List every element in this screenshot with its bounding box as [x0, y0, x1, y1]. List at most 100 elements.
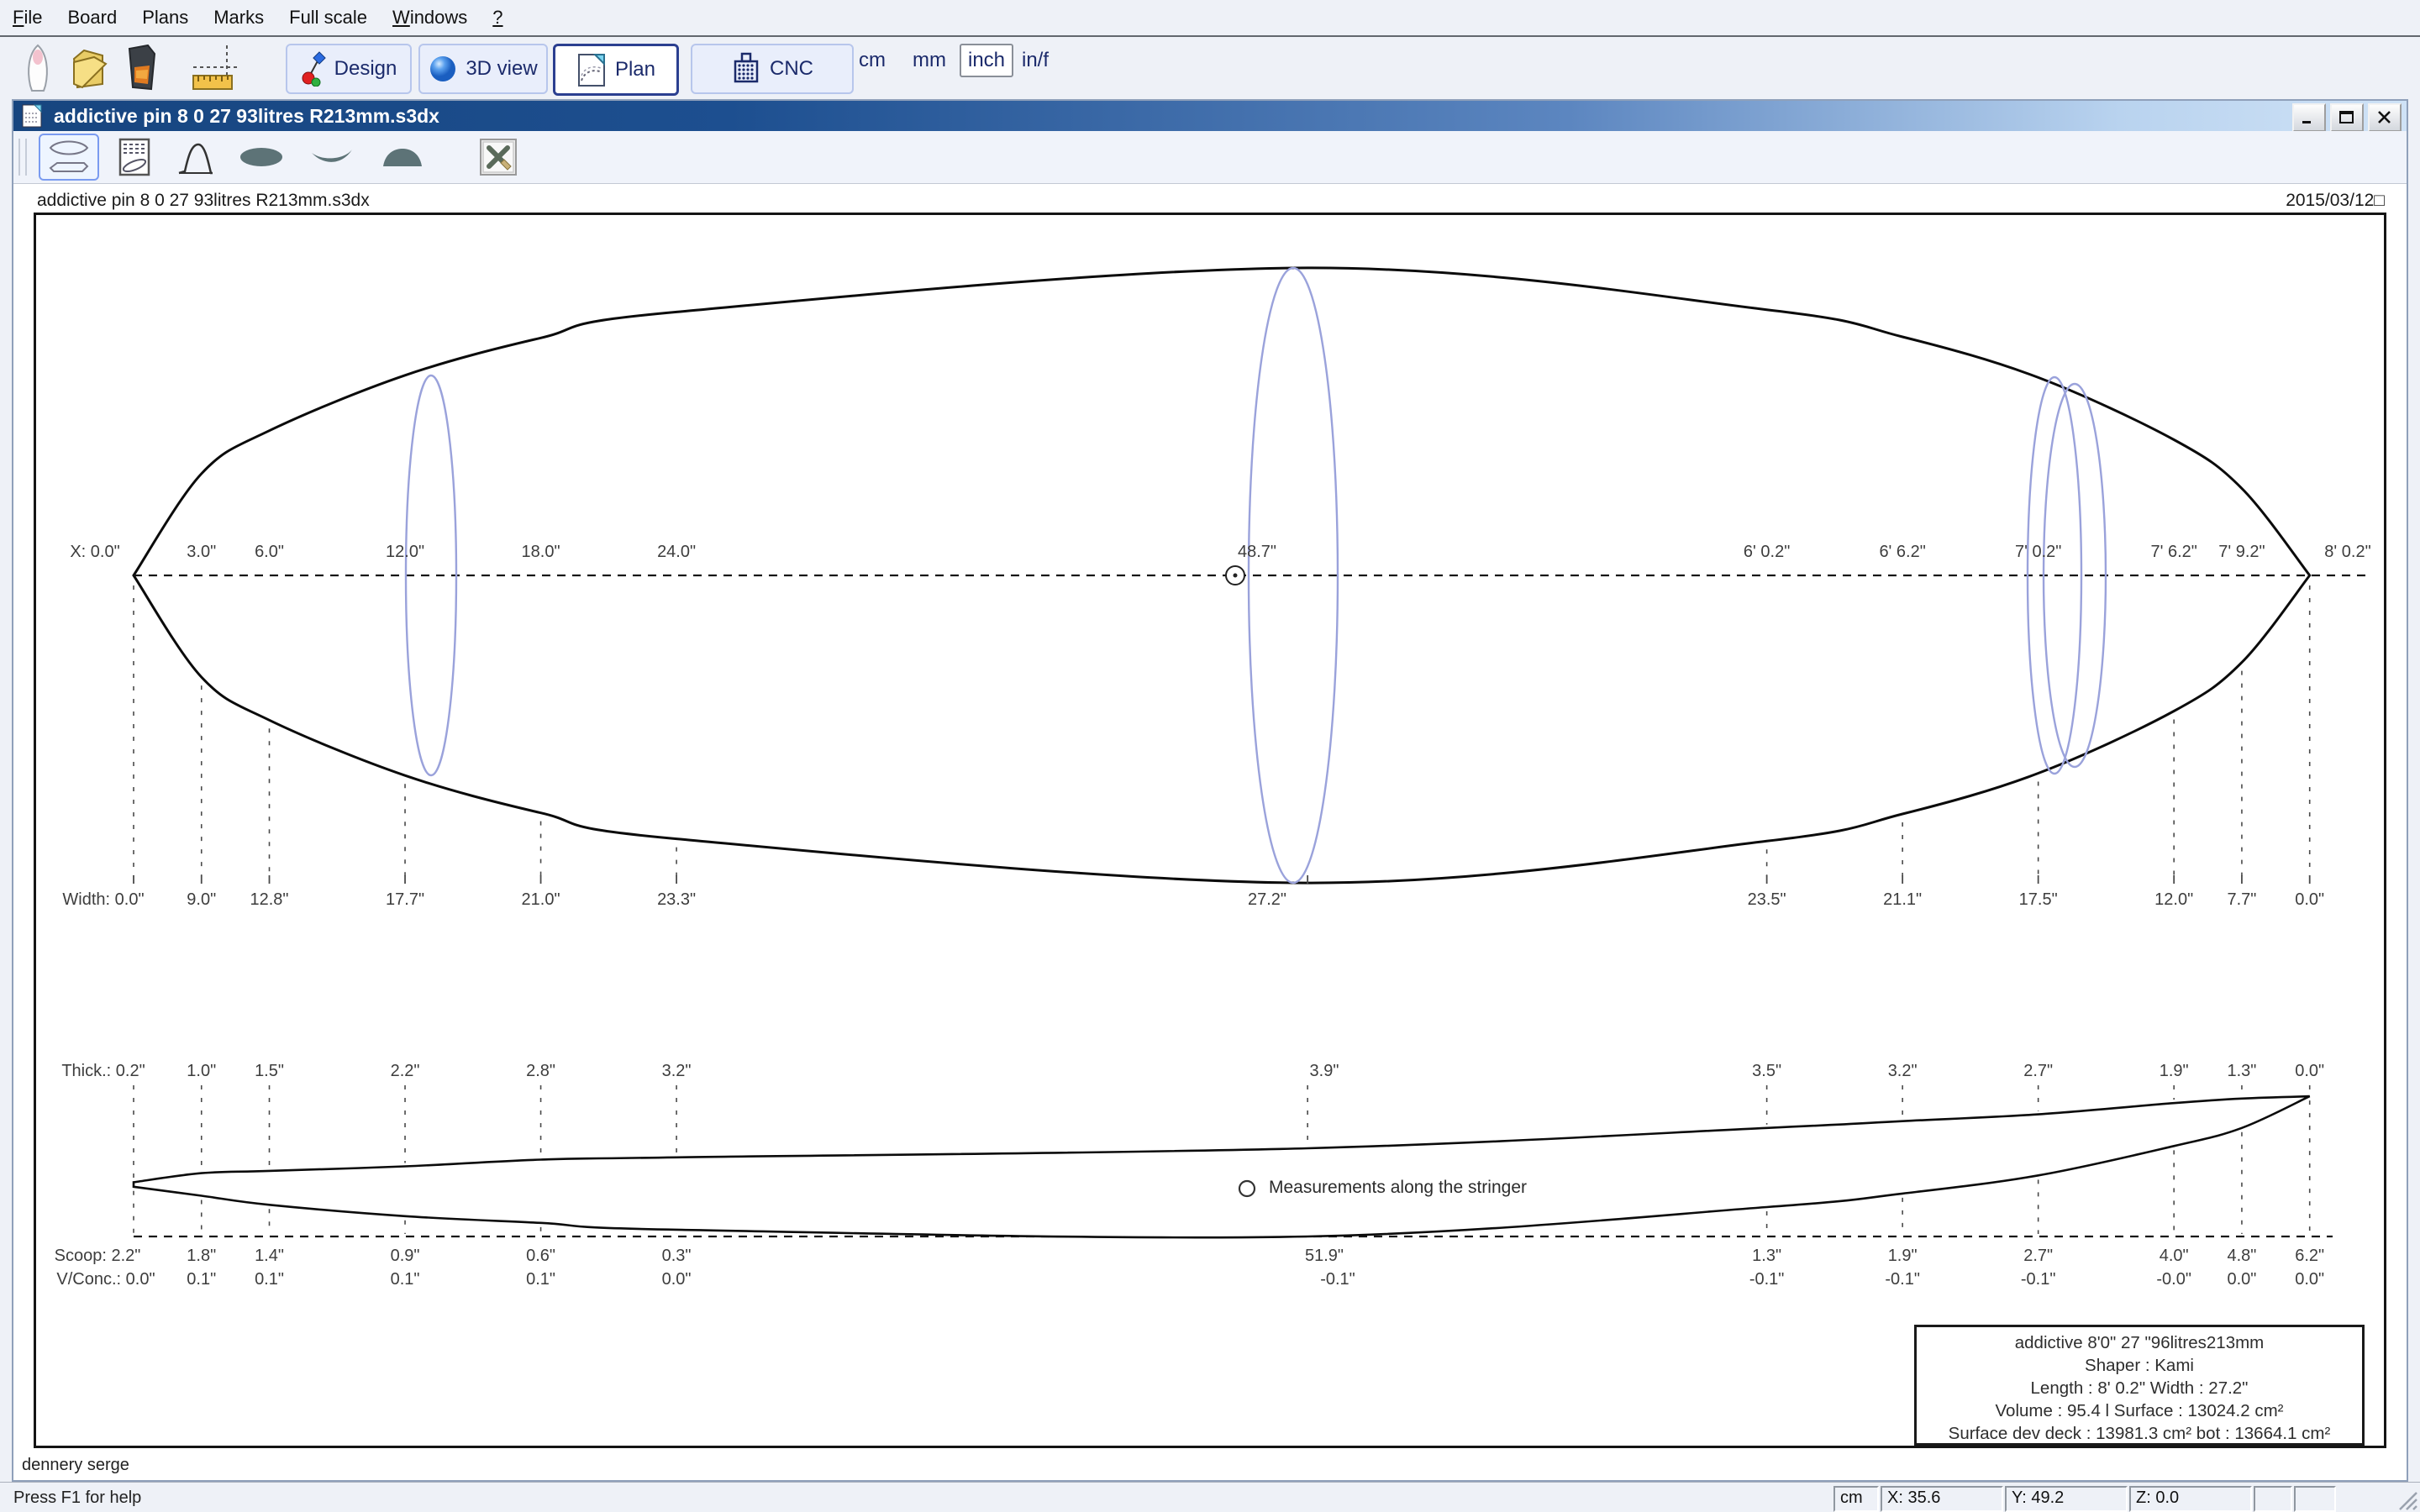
x-row-label: 7' 9.2" — [2218, 543, 2265, 561]
toolbar-grip[interactable] — [18, 139, 27, 176]
vconc-row-label: 0.0" — [661, 1270, 692, 1289]
3d-sphere-icon — [430, 56, 456, 81]
menu-item-full-scale[interactable]: Full scale — [276, 7, 380, 29]
x-row-label: X: 0.0" — [70, 543, 120, 561]
thick-row-label: 3.2" — [661, 1062, 692, 1080]
status-y-coordinate: Y: 49.2 — [2005, 1486, 2128, 1512]
scoop-row-label: 4.8" — [2227, 1247, 2257, 1265]
scoop-row-label: 1.3" — [1752, 1247, 1782, 1265]
plan-views-tool[interactable] — [39, 134, 99, 181]
vconc-row-label: -0.1" — [1320, 1270, 1355, 1289]
vconc-row-label: 0.1" — [390, 1270, 420, 1289]
menu-item-?[interactable]: ? — [480, 7, 515, 29]
vconc-row-label: 0.1" — [187, 1270, 217, 1289]
scoop-row-label: 1.9" — [1887, 1247, 1918, 1265]
unit-cm[interactable]: cm — [859, 49, 886, 72]
thick-row-label: 1.3" — [2227, 1062, 2257, 1080]
menu-item-board[interactable]: Board — [55, 7, 129, 29]
design-icon — [302, 51, 326, 87]
vconc-row-label: 0.0" — [2227, 1270, 2257, 1289]
scoop-row-label: 6.2" — [2295, 1247, 2325, 1265]
width-row-label: 21.0" — [521, 890, 560, 909]
vconc-row-label: 0.0" — [2295, 1270, 2325, 1289]
info-box-line: Length : 8' 0.2" Width : 27.2" — [2030, 1378, 2249, 1398]
deck-curve-tool[interactable] — [373, 134, 432, 181]
thick-row-label: 3.2" — [1887, 1062, 1918, 1080]
minimize-button[interactable] — [2292, 103, 2326, 132]
design-button-label: Design — [334, 57, 397, 80]
slice-icon — [240, 148, 282, 166]
scoop-row-label: 0.9" — [390, 1247, 420, 1265]
cnc-machine-icon — [734, 52, 759, 83]
x-row-label: 7' 6.2" — [2150, 543, 2197, 561]
menu-item-marks[interactable]: Marks — [201, 7, 276, 29]
menu-item-file[interactable]: File — [0, 7, 55, 29]
scoop-row-label: 51.9" — [1304, 1247, 1344, 1265]
vconc-row-label: 0.1" — [526, 1270, 555, 1289]
info-box-line: Volume : 95.4 l Surface : 13024.2 cm² — [1995, 1401, 2284, 1420]
menu-item-windows[interactable]: Windows — [380, 7, 480, 29]
3d-view-button-label: 3D view — [466, 57, 538, 80]
slice-tool[interactable] — [232, 134, 291, 181]
save-icon[interactable] — [123, 42, 160, 94]
width-row-label: 21.1" — [1883, 890, 1923, 909]
thick-row-label: 1.5" — [255, 1062, 284, 1080]
spec-sheet-icon — [118, 138, 150, 176]
x-row-label: 6.0" — [255, 543, 284, 561]
unit-mm[interactable]: mm — [913, 49, 946, 72]
status-empty-panel-1 — [2254, 1486, 2292, 1512]
vconc-row-label: -0.1" — [1749, 1270, 1785, 1289]
scoop-row-label: 2.7" — [2023, 1247, 2054, 1265]
vconc-row-label: -0.1" — [1885, 1270, 1920, 1289]
close-button[interactable] — [2368, 103, 2402, 132]
scoop-row-label: 1.4" — [255, 1247, 284, 1265]
stringer-note-label: Measurements along the stringer — [1269, 1178, 1527, 1197]
spec-sheet-tool[interactable] — [111, 134, 158, 181]
unit-inf[interactable]: in/f — [1022, 49, 1049, 72]
status-z-coordinate: Z: 0.0 — [2129, 1486, 2252, 1512]
width-row-label: 12.8" — [250, 890, 289, 909]
vconc-row-label: -0.0" — [2156, 1270, 2191, 1289]
apex-curve-tool[interactable] — [170, 134, 220, 181]
resize-grip[interactable] — [2396, 1489, 2418, 1511]
x-row-label: 6' 6.2" — [1879, 543, 1926, 561]
3d-view-button[interactable]: 3D view — [418, 44, 548, 94]
document-title-bar[interactable]: addictive pin 8 0 27 93litres R213mm.s3d… — [13, 101, 2407, 132]
scoop-row-label: 1.8" — [187, 1247, 217, 1265]
author-name: dennery serge — [22, 1456, 129, 1474]
x-row-label: 12.0" — [386, 543, 425, 561]
cnc-button-label: CNC — [770, 57, 813, 80]
excel-export-tool[interactable] — [472, 134, 524, 181]
unit-inch[interactable]: inch — [960, 44, 1014, 77]
width-row-label: 23.5" — [1747, 890, 1786, 909]
x-row-label: 7' 0.2" — [2014, 543, 2062, 561]
main-toolbar: Design 3D view Plan CNC cm mm inch in/f — [0, 37, 2420, 99]
status-x-coordinate: X: 35.6 — [1881, 1486, 2003, 1512]
plan-mode-button[interactable]: Plan — [553, 44, 679, 96]
info-box-line: Surface dev deck : 13981.3 cm² bot : 136… — [1948, 1424, 2331, 1443]
window-title: addictive pin 8 0 27 93litres R213mm.s3d… — [54, 104, 439, 127]
scoop-row-label: 0.3" — [661, 1247, 692, 1265]
bottom-curve-tool[interactable] — [302, 134, 361, 181]
width-row-label: 0.0" — [2295, 890, 2325, 909]
excel-export-icon — [480, 139, 517, 176]
plan-button-label: Plan — [614, 58, 656, 81]
board-document-window: addictive pin 8 0 27 93litres R213mm.s3d… — [12, 99, 2408, 1482]
width-row-label: 7.7" — [2227, 890, 2257, 909]
new-board-icon[interactable] — [18, 42, 57, 94]
x-row-label: 24.0" — [657, 543, 697, 561]
menu-bar: File Board Plans Marks Full scale Windows? — [0, 0, 2420, 37]
cnc-mode-button[interactable]: CNC — [691, 44, 854, 94]
scoop-row-label: Scoop: 2.2" — [54, 1247, 141, 1265]
vconc-row-label: 0.1" — [255, 1270, 284, 1289]
full-scale-ruler-icon[interactable] — [190, 42, 244, 94]
menu-item-plans[interactable]: Plans — [129, 7, 201, 29]
thick-row-label: 0.0" — [2295, 1062, 2325, 1080]
drawing-area: addictive pin 8 0 27 93litres R213mm.s3d… — [13, 184, 2407, 1480]
design-mode-button[interactable]: Design — [286, 44, 412, 94]
thick-row-label: Thick.: 0.2" — [61, 1062, 145, 1080]
apex-curve-icon — [178, 143, 213, 175]
maximize-button[interactable] — [2330, 103, 2364, 132]
x-row-label: 6' 0.2" — [1743, 543, 1791, 561]
open-folder-icon[interactable] — [69, 42, 109, 94]
